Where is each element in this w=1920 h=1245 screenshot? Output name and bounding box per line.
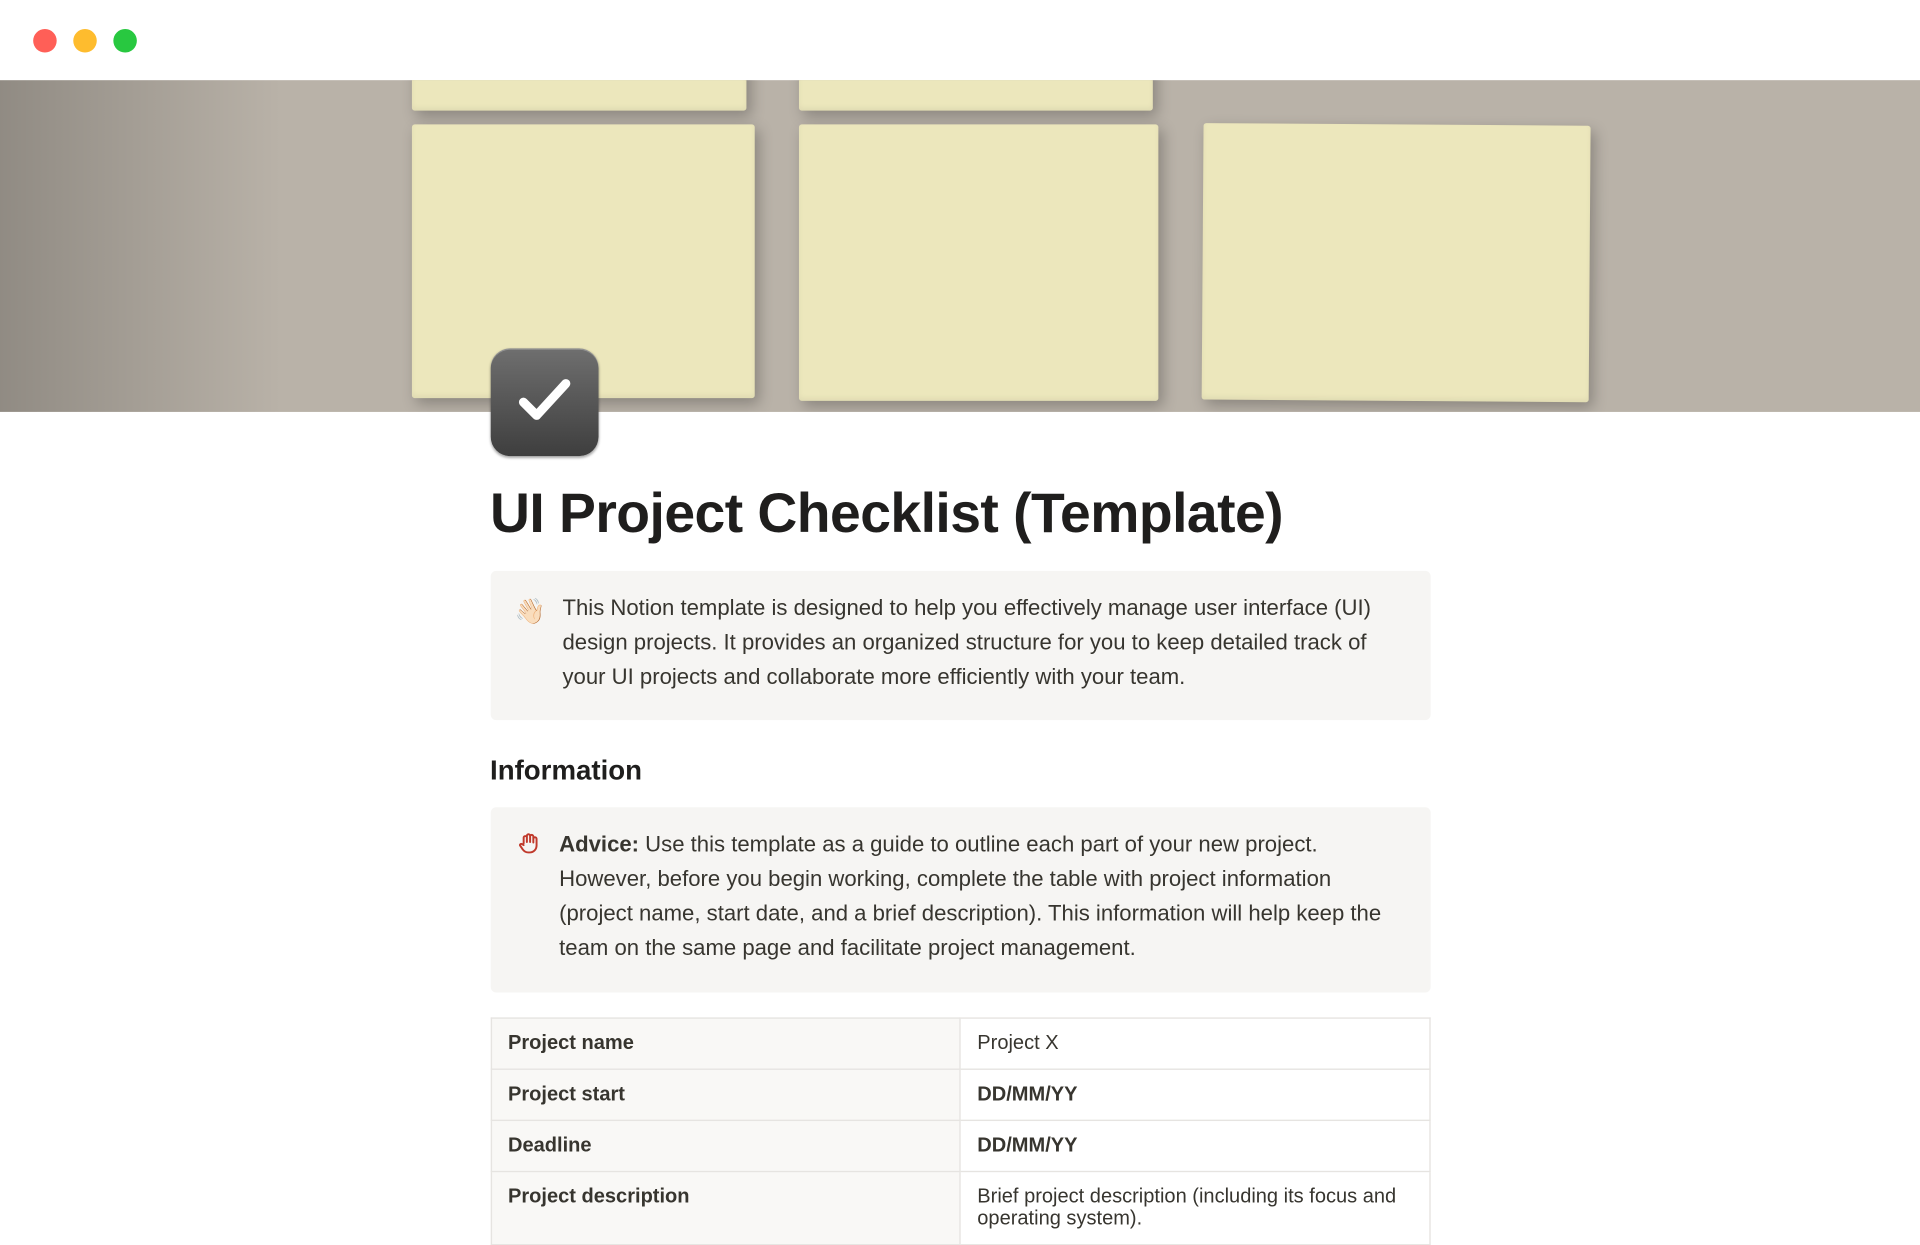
close-window-button[interactable] [33, 28, 56, 51]
checkbox-icon [512, 367, 576, 437]
sticky-note [1202, 123, 1591, 402]
cell-key[interactable]: Deadline [491, 1120, 960, 1171]
cell-value[interactable]: Project X [960, 1017, 1429, 1068]
cover-shadow [0, 80, 332, 412]
page-icon[interactable] [490, 348, 598, 456]
project-info-table[interactable]: Project name Project X Project start DD/… [490, 1017, 1430, 1245]
cell-key[interactable]: Project name [491, 1017, 960, 1068]
cell-value[interactable]: Brief project description (including its… [960, 1171, 1429, 1244]
advice-body: Use this template as a guide to outline … [559, 834, 1381, 960]
sticky-note [799, 80, 1153, 110]
sticky-note [412, 80, 747, 110]
minimize-window-button[interactable] [73, 28, 96, 51]
cell-value[interactable]: DD/MM/YY [960, 1120, 1429, 1171]
intro-callout[interactable]: 👋🏻 This Notion template is designed to h… [490, 571, 1430, 721]
sticky-note [799, 124, 1158, 400]
cell-key[interactable]: Project start [491, 1069, 960, 1120]
wave-emoji-icon: 👋🏻 [515, 593, 546, 696]
table-row[interactable]: Project start DD/MM/YY [491, 1069, 1430, 1120]
cover-image[interactable] [0, 80, 1920, 412]
table-row[interactable]: Project name Project X [491, 1017, 1430, 1068]
section-heading-information[interactable]: Information [490, 757, 1430, 789]
window-titlebar [0, 0, 1920, 80]
advice-label: Advice: [559, 834, 639, 857]
table-row[interactable]: Deadline DD/MM/YY [491, 1120, 1430, 1171]
table-row[interactable]: Project description Brief project descri… [491, 1171, 1430, 1244]
cell-key[interactable]: Project description [491, 1171, 960, 1244]
page-title[interactable]: UI Project Checklist (Template) [490, 412, 1430, 546]
raised-hand-icon [515, 830, 543, 858]
intro-callout-text[interactable]: This Notion template is designed to help… [562, 593, 1405, 696]
cell-value[interactable]: DD/MM/YY [960, 1069, 1429, 1120]
advice-callout-text[interactable]: Advice: Use this template as a guide to … [559, 830, 1405, 967]
advice-callout[interactable]: Advice: Use this template as a guide to … [490, 808, 1430, 992]
maximize-window-button[interactable] [113, 28, 136, 51]
